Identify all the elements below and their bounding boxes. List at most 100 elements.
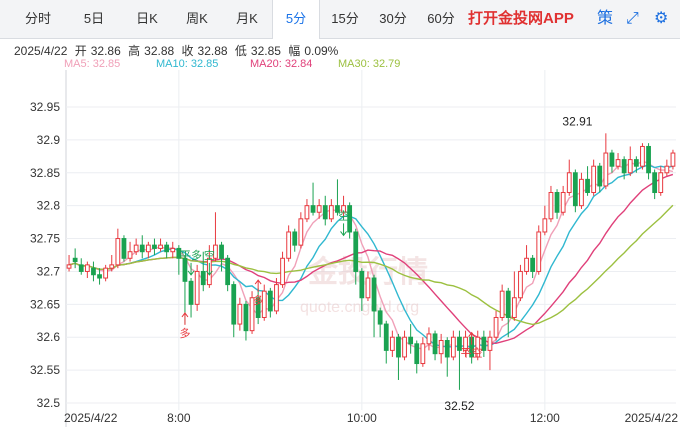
- candle-body: [585, 178, 590, 194]
- y-tick-label: 32.7: [37, 264, 61, 278]
- signal-arrow: [181, 312, 189, 325]
- candle-body: [231, 284, 237, 325]
- low-price-label: 32.52: [444, 399, 474, 413]
- candle: [280, 251, 285, 288]
- y-tick-label: 32.75: [30, 232, 60, 246]
- candle-body: [152, 244, 157, 249]
- candle: [530, 255, 536, 279]
- candle: [396, 333, 401, 380]
- candle: [408, 324, 414, 354]
- candle: [158, 238, 163, 252]
- candle-body: [121, 238, 127, 259]
- x-tick-label: 12:00: [530, 411, 560, 425]
- candle: [170, 241, 176, 259]
- candle-body: [414, 343, 420, 365]
- candle-body: [426, 333, 432, 345]
- candle: [322, 195, 328, 226]
- candle: [457, 330, 462, 390]
- candle: [91, 261, 96, 282]
- candle-body: [646, 145, 651, 174]
- candle-body: [267, 290, 273, 312]
- candle: [78, 258, 84, 275]
- candle-body: [438, 340, 444, 355]
- candle-body: [280, 257, 285, 286]
- candle-body: [274, 284, 279, 312]
- candle-body: [432, 333, 438, 355]
- signal-label: 平多: [180, 248, 202, 262]
- x-tick-label: 2025/4/22: [64, 411, 118, 425]
- candle-body: [542, 218, 548, 233]
- candle-body: [371, 277, 377, 312]
- candle: [444, 337, 450, 377]
- candle-body: [603, 152, 609, 187]
- candle: [243, 301, 249, 341]
- candle-body: [72, 257, 78, 263]
- candle: [432, 330, 438, 361]
- signal-label: 多: [179, 326, 190, 340]
- candle-body: [408, 336, 414, 345]
- candle: [511, 271, 517, 321]
- candle-body: [91, 267, 96, 276]
- candle-body: [84, 264, 90, 272]
- candle-body: [615, 159, 621, 167]
- candle-body: [78, 264, 84, 272]
- candle: [518, 264, 523, 302]
- candle-body: [66, 264, 72, 269]
- candle-body: [627, 159, 633, 174]
- candle-body: [621, 159, 627, 174]
- candle-body: [225, 257, 231, 286]
- candle-body: [158, 244, 163, 249]
- candle: [487, 330, 493, 371]
- candle: [627, 146, 633, 177]
- candle: [383, 320, 389, 364]
- candle: [554, 189, 560, 219]
- candle-body: [377, 310, 383, 325]
- candle: [579, 172, 584, 209]
- candle-body: [536, 231, 542, 272]
- signal-label: 平空: [461, 346, 483, 360]
- candle-body: [310, 205, 316, 213]
- candle-body: [127, 251, 133, 259]
- candle-body: [402, 336, 407, 358]
- candle: [231, 281, 237, 338]
- signal-label: 空: [204, 248, 215, 262]
- candle: [371, 274, 377, 338]
- candle: [84, 261, 90, 279]
- candle-body: [524, 257, 529, 272]
- candle: [652, 169, 658, 200]
- candle: [286, 225, 292, 262]
- candle: [188, 278, 194, 318]
- candle: [505, 287, 511, 338]
- candle: [609, 149, 615, 173]
- candle: [603, 133, 609, 190]
- candle: [389, 330, 395, 357]
- candle: [310, 182, 316, 216]
- candle-body: [591, 165, 597, 194]
- x-axis: 2025/4/22 8:00 10:00 12:00 2025/4/22: [64, 411, 678, 425]
- candle: [438, 333, 444, 364]
- candle-body: [670, 152, 676, 167]
- candle-body: [505, 290, 511, 318]
- candle-body: [237, 303, 243, 325]
- candle: [152, 238, 157, 255]
- x-tick-label: 2025/4/22: [625, 411, 679, 425]
- candle-body: [396, 336, 401, 358]
- candle: [103, 264, 109, 282]
- candle-body: [109, 264, 115, 269]
- candle: [414, 340, 420, 374]
- candle-body: [420, 343, 426, 365]
- high-price-label: 32.91: [562, 114, 592, 128]
- signal-label: 多: [253, 293, 264, 307]
- candle: [566, 159, 572, 196]
- candle-body: [444, 340, 450, 358]
- candle: [164, 241, 170, 259]
- candle-body: [353, 231, 359, 272]
- y-tick-label: 32.6: [37, 330, 61, 344]
- trade-signal: 多: [179, 312, 190, 340]
- candle-body: [487, 336, 493, 351]
- candle-body: [359, 270, 365, 299]
- candle-body: [609, 152, 615, 167]
- candle: [572, 169, 578, 213]
- trade-signal: 空: [204, 248, 215, 276]
- candle: [420, 337, 426, 367]
